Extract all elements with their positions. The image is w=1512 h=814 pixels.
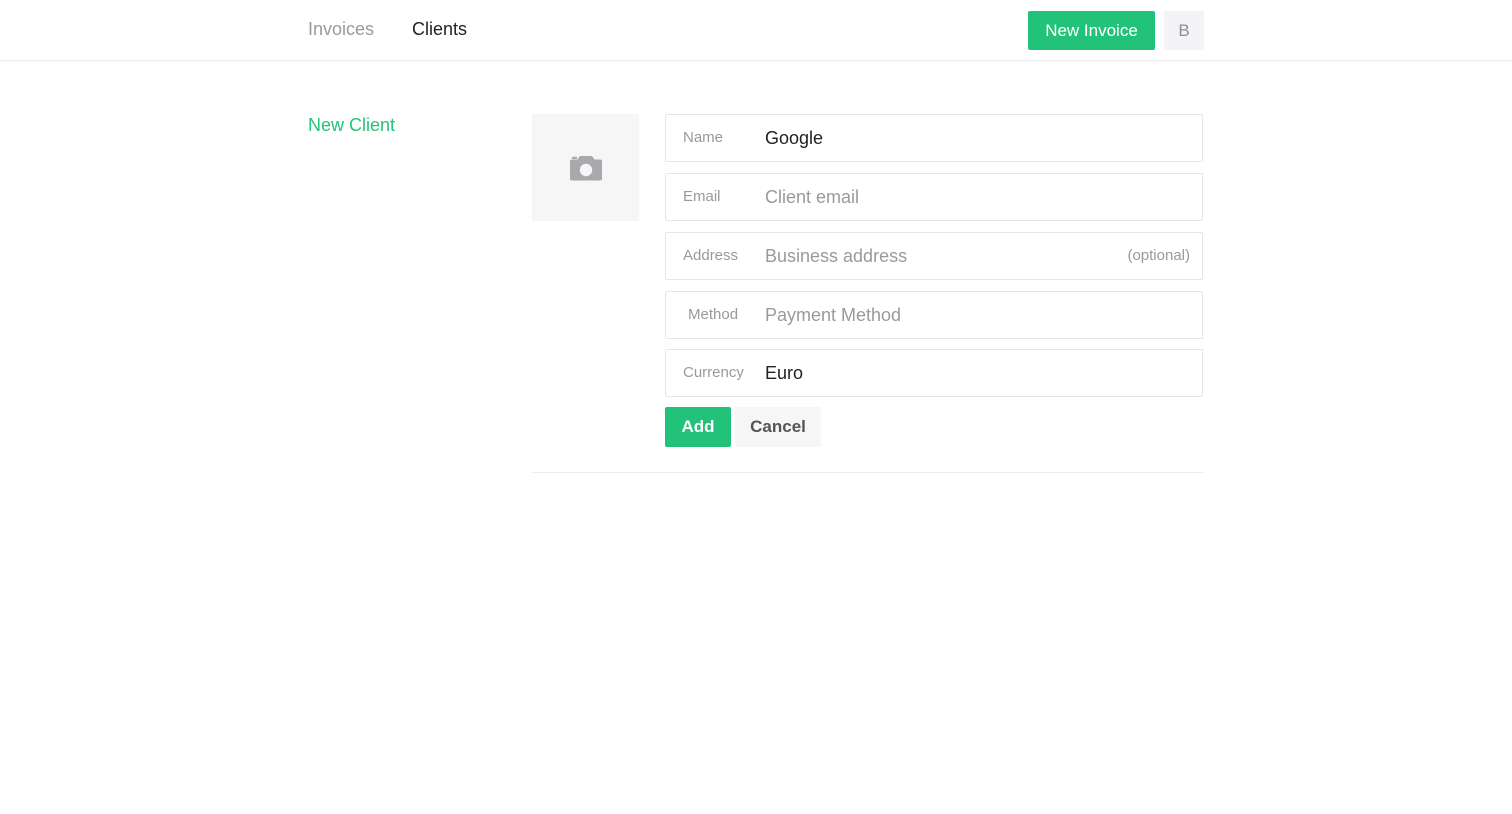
method-field: Method: [665, 291, 1203, 339]
method-label: Method: [688, 306, 739, 323]
user-avatar-button[interactable]: B: [1164, 11, 1204, 50]
new-invoice-button[interactable]: New Invoice: [1028, 11, 1155, 50]
currency-label: Currency: [683, 364, 744, 381]
name-input[interactable]: [765, 123, 1105, 153]
camera-icon: [569, 156, 602, 181]
address-label: Address: [683, 247, 739, 264]
currency-field: Currency: [665, 349, 1203, 397]
nav-invoices-link[interactable]: Invoices: [308, 18, 374, 40]
address-field: Address (optional): [665, 232, 1203, 280]
currency-input[interactable]: [765, 358, 1105, 388]
name-field: Name: [665, 114, 1203, 162]
cancel-button[interactable]: Cancel: [735, 407, 821, 447]
method-input[interactable]: [765, 300, 1105, 330]
page-title: New Client: [308, 115, 396, 135]
form-divider: [532, 472, 1203, 473]
email-field: Email: [665, 173, 1203, 221]
name-label: Name: [683, 129, 724, 146]
add-button[interactable]: Add: [665, 407, 731, 447]
client-photo-upload[interactable]: [532, 114, 639, 221]
nav-clients-link[interactable]: Clients: [412, 18, 467, 40]
address-input[interactable]: [765, 241, 1105, 271]
email-input[interactable]: [765, 182, 1105, 212]
top-navigation-bar: Invoices Clients New Invoice B: [0, 0, 1512, 61]
address-optional-hint: (optional): [1127, 247, 1190, 264]
email-label: Email: [683, 188, 721, 205]
